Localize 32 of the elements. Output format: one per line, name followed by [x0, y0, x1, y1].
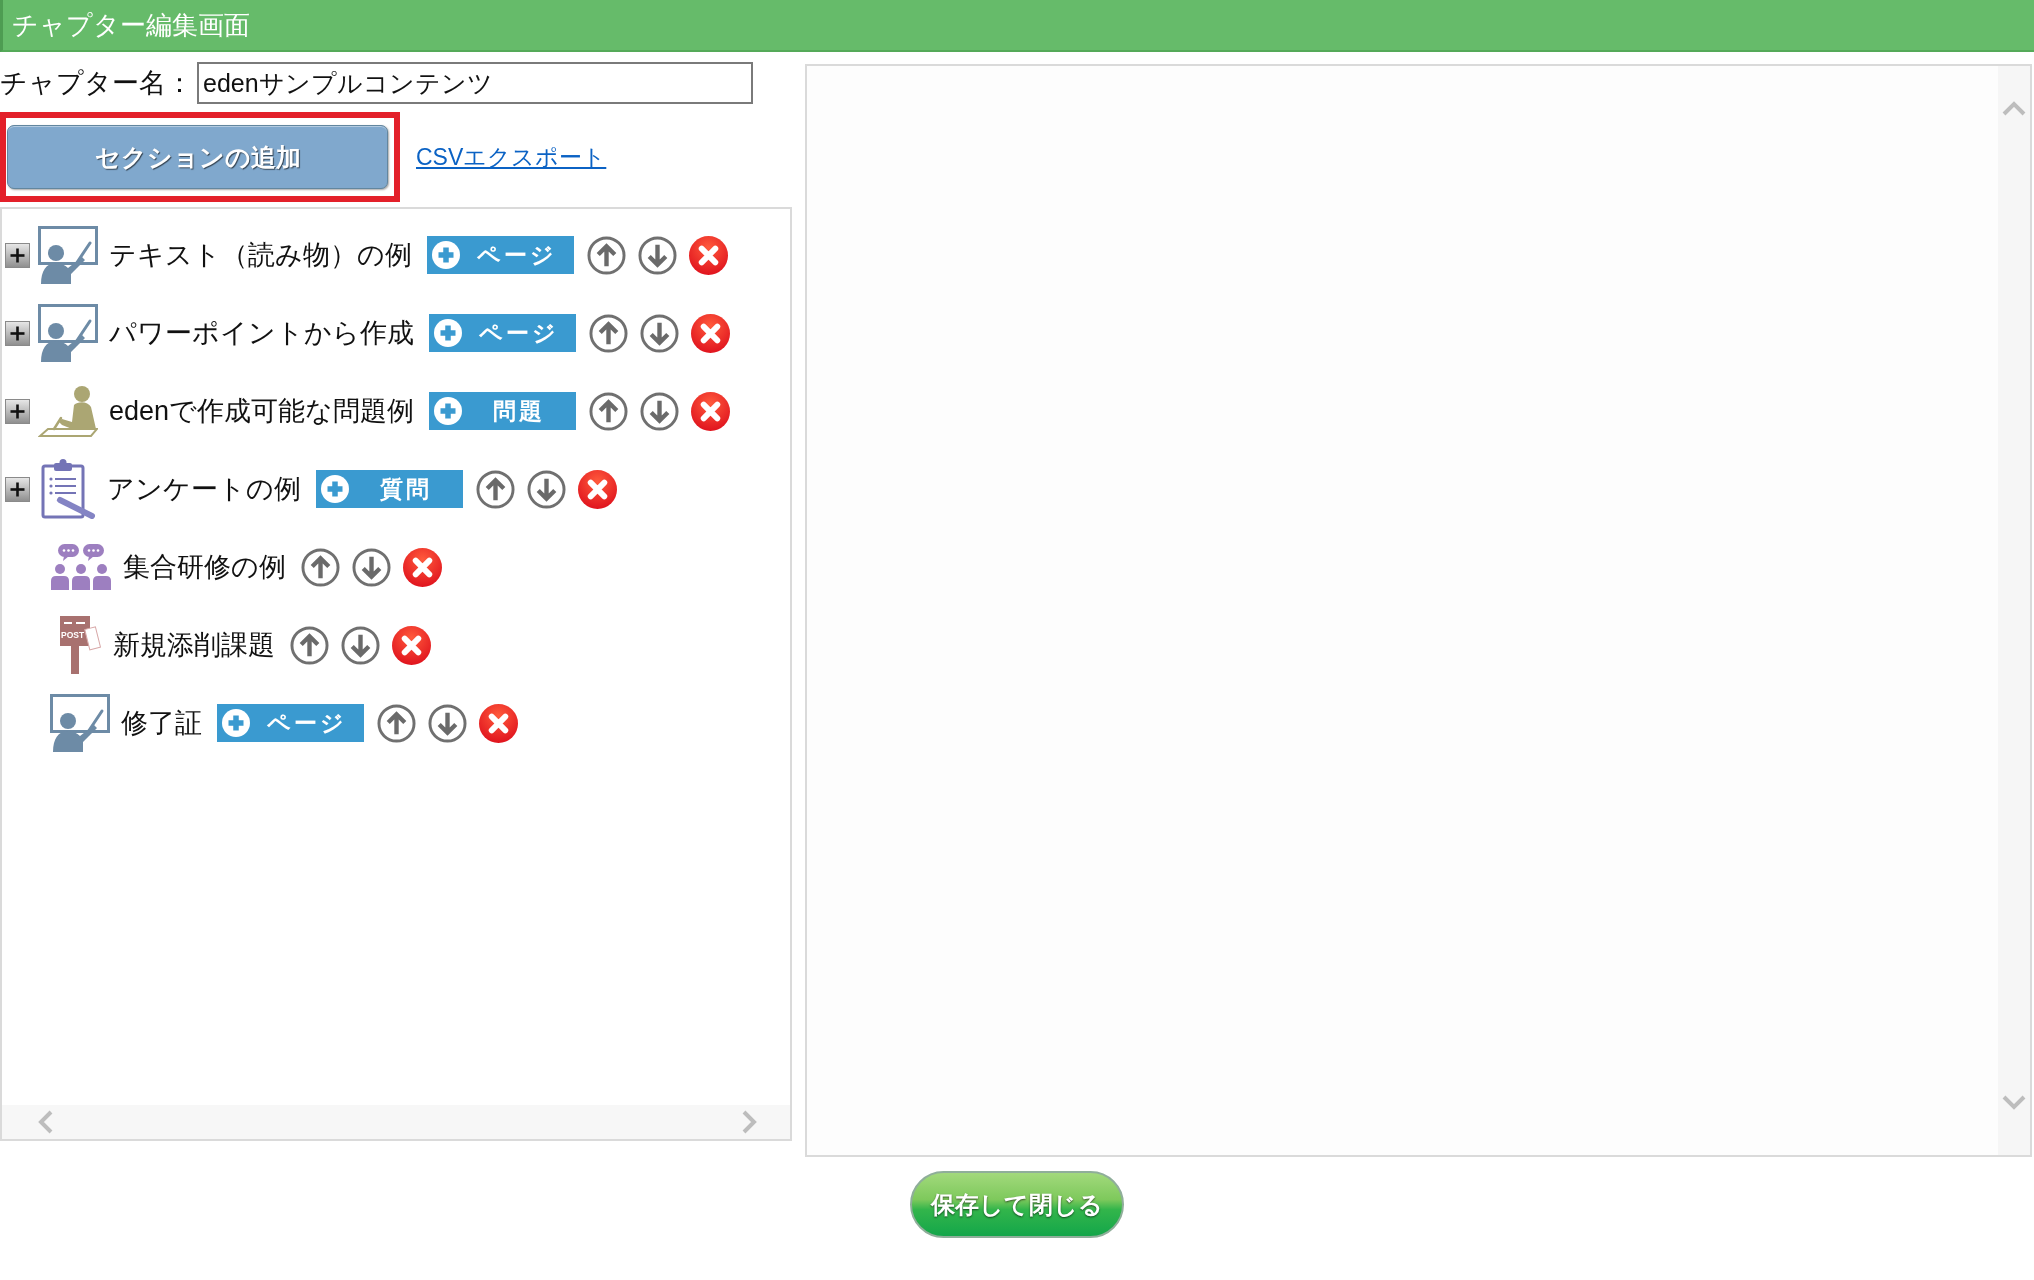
- close-icon[interactable]: [691, 313, 730, 353]
- plus-circle-icon: [432, 241, 460, 269]
- close-icon[interactable]: [479, 703, 518, 743]
- expand-icon[interactable]: [5, 398, 30, 424]
- section-title[interactable]: 集合研修の例: [123, 549, 286, 585]
- section-title[interactable]: テキスト（読み物）の例: [109, 237, 412, 273]
- people-chat-icon: [50, 544, 112, 590]
- section-title[interactable]: 修了証: [121, 705, 202, 741]
- section-title[interactable]: edenで作成可能な問題例: [109, 393, 415, 429]
- expand-icon[interactable]: [5, 320, 30, 346]
- field-label: チャプター名：: [0, 67, 193, 100]
- expand-icon[interactable]: [5, 476, 30, 502]
- csv-export-link[interactable]: CSVエクスポート: [416, 141, 607, 173]
- close-icon[interactable]: [392, 625, 431, 665]
- plus-circle-icon: [434, 397, 463, 425]
- presenter-icon: [38, 226, 98, 284]
- plus-circle-icon: [321, 475, 349, 503]
- section-title[interactable]: 新規添削課題: [113, 627, 275, 663]
- close-icon[interactable]: [691, 391, 731, 431]
- person-writing-icon: [38, 385, 98, 437]
- section-title[interactable]: パワーポイントから作成: [109, 315, 414, 351]
- chapter-name-field[interactable]: edenサンプルコンテンツ: [197, 62, 753, 104]
- presenter-icon: [38, 304, 98, 362]
- expand-icon[interactable]: [5, 242, 30, 268]
- close-icon[interactable]: [578, 469, 617, 509]
- close-icon[interactable]: [403, 547, 442, 587]
- presenter-icon: [50, 694, 110, 752]
- window-title: チャプター編集画面: [12, 8, 250, 42]
- section-title[interactable]: アンケートの例: [107, 471, 301, 507]
- plus-circle-icon: [434, 319, 462, 347]
- plus-circle-icon: [222, 709, 250, 737]
- close-icon[interactable]: [689, 235, 728, 275]
